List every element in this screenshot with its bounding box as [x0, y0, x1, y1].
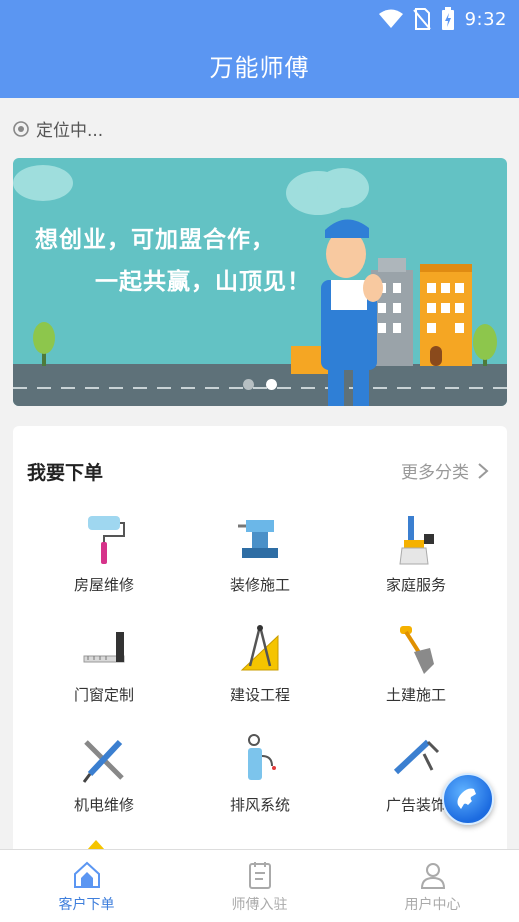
shovel-icon	[400, 626, 434, 674]
category-label: 家庭服务	[385, 576, 446, 594]
tab-technician-join[interactable]: 师傅入驻	[173, 850, 346, 922]
category-label: 房屋维修	[73, 576, 134, 594]
chevron-right-icon	[478, 462, 489, 479]
page-title: 万能师傅	[209, 54, 310, 82]
drafting-compass-icon	[240, 625, 279, 671]
category-construction[interactable]: 建设工程	[185, 622, 335, 712]
bottom-tab-bar: 客户下单 师傅入驻 用户中心	[0, 849, 519, 922]
category-ventilation[interactable]: 排风系统	[185, 732, 335, 822]
cleaning-brush-icon	[399, 516, 434, 565]
app-header: 9:32 万能师傅	[0, 0, 519, 98]
category-mechanical-repair[interactable]: 机电维修	[29, 732, 179, 822]
promo-banner[interactable]: 想创业，可加盟合作， 一起共赢，山顶见！	[13, 158, 507, 406]
category-label: 建设工程	[229, 686, 290, 704]
tab-label: 用户中心	[404, 897, 461, 913]
category-label: 广告装饰	[385, 796, 446, 814]
status-bar: 9:32	[0, 0, 519, 36]
category-home-service[interactable]: 家庭服务	[341, 512, 491, 602]
carousel-dot-active[interactable]	[266, 379, 277, 390]
section-title: 我要下单	[27, 462, 104, 484]
order-category-card: 我要下单 更多分类 房屋维修 装修施工 家庭服务 门窗定制 建设工程 土建施工 …	[13, 426, 507, 866]
call-button[interactable]	[442, 773, 494, 825]
tab-label: 客户下单	[58, 897, 115, 913]
carousel-dot[interactable]	[243, 379, 254, 390]
clipboard-icon	[248, 862, 271, 889]
category-civil-works[interactable]: 土建施工	[341, 622, 491, 712]
paint-roller-icon	[88, 516, 125, 564]
caulking-gun-icon	[393, 739, 440, 775]
user-icon	[420, 863, 445, 889]
location-text: 定位中...	[36, 121, 104, 141]
more-categories-label: 更多分类	[401, 463, 469, 483]
category-renovation[interactable]: 装修施工	[185, 512, 335, 602]
category-label: 装修施工	[229, 576, 290, 594]
sprayer-tank-icon	[248, 734, 276, 780]
more-categories-link[interactable]: 更多分类	[401, 458, 489, 483]
status-time: 9:32	[464, 8, 507, 30]
category-label: 门窗定制	[73, 686, 134, 704]
tab-label: 师傅入驻	[231, 897, 288, 913]
category-doors-windows[interactable]: 门窗定制	[29, 622, 179, 712]
carousel-dots	[243, 379, 277, 390]
phone-icon	[457, 788, 476, 809]
no-sim-icon	[412, 8, 431, 30]
category-label: 土建施工	[385, 686, 446, 704]
banner-headline-1: 想创业，可加盟合作，	[35, 227, 275, 253]
screwdriver-wrench-icon	[82, 739, 124, 783]
house-icon	[73, 861, 100, 888]
location-indicator[interactable]: 定位中...	[12, 116, 103, 141]
battery-charging-icon	[441, 7, 454, 30]
category-label: 机电维修	[73, 796, 134, 814]
ruler-square-icon	[83, 632, 125, 663]
banner-headline-2: 一起共赢，山顶见！	[95, 269, 311, 295]
tab-user-center[interactable]: 用户中心	[346, 850, 519, 922]
wifi-icon	[378, 9, 403, 28]
vise-icon	[238, 520, 278, 558]
category-house-repair[interactable]: 房屋维修	[29, 512, 179, 602]
location-target-icon	[13, 120, 29, 137]
category-label: 排风系统	[229, 796, 290, 814]
tab-customer-order[interactable]: 客户下单	[0, 850, 173, 922]
